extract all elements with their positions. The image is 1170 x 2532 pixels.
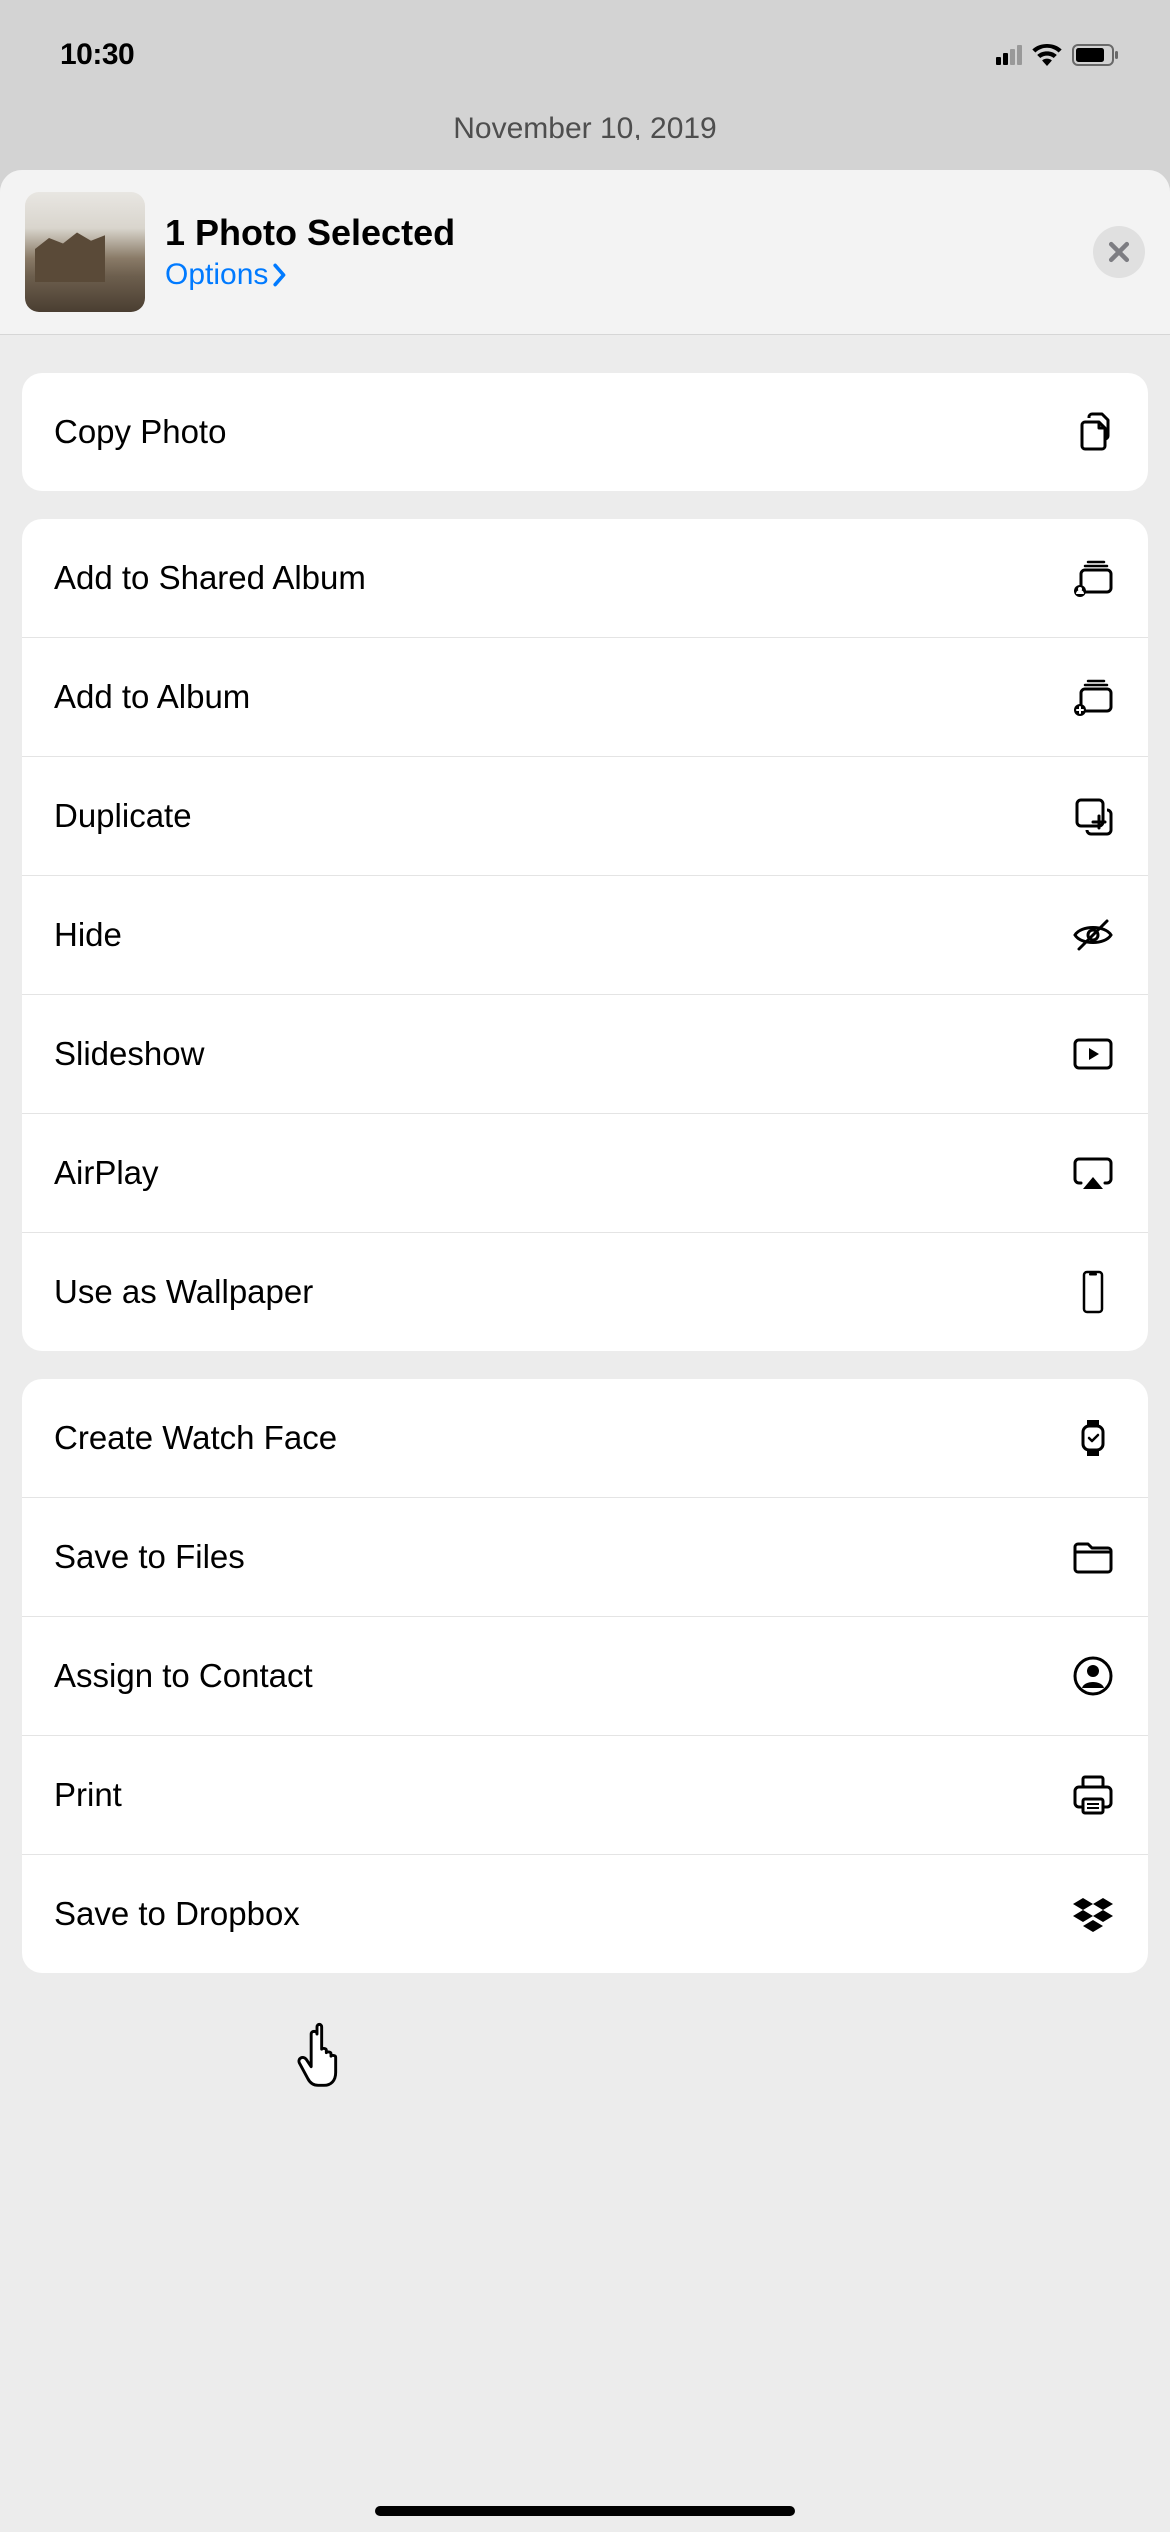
action-watch-face[interactable]: Create Watch Face [22,1379,1148,1498]
shared-album-icon [1068,553,1118,603]
options-button[interactable]: Options [165,258,1073,292]
action-save-dropbox[interactable]: Save to Dropbox [22,1855,1148,1973]
play-icon [1068,1029,1118,1079]
airplay-icon [1068,1148,1118,1198]
action-wallpaper[interactable]: Use as Wallpaper [22,1233,1148,1351]
status-bar: 10:30 [0,0,1170,100]
actions-container: Copy Photo Add to Shared Album Add to Al… [0,335,1170,2041]
action-label: Add to Album [54,678,250,716]
action-label: Duplicate [54,797,192,835]
action-hide[interactable]: Hide [22,876,1148,995]
contact-icon [1068,1651,1118,1701]
action-add-album[interactable]: Add to Album [22,638,1148,757]
sheet-title: 1 Photo Selected [165,212,1073,254]
action-group: Add to Shared Album Add to Album Duplica… [22,519,1148,1351]
add-album-icon [1068,672,1118,722]
background-content: November 10, 2019 [0,100,1170,140]
dropbox-icon [1068,1889,1118,1939]
action-label: Print [54,1776,122,1814]
chevron-right-icon [272,263,288,287]
duplicate-icon [1068,791,1118,841]
action-airplay[interactable]: AirPlay [22,1114,1148,1233]
close-icon [1106,239,1132,265]
time-label: 10:30 [60,38,134,72]
folder-icon [1068,1532,1118,1582]
battery-icon [1072,44,1120,66]
hide-icon [1068,910,1118,960]
action-add-shared-album[interactable]: Add to Shared Album [22,519,1148,638]
options-label: Options [165,258,268,292]
cellular-icon [996,45,1022,65]
cursor-pointer-icon [294,2020,354,2090]
action-label: Use as Wallpaper [54,1273,313,1311]
action-label: Save to Files [54,1538,245,1576]
phone-icon [1068,1267,1118,1317]
home-indicator[interactable] [375,2506,795,2516]
action-group: Create Watch Face Save to Files Assign t… [22,1379,1148,1973]
printer-icon [1068,1770,1118,1820]
status-indicators [996,44,1120,66]
wifi-icon [1032,44,1062,66]
action-label: Save to Dropbox [54,1895,300,1933]
photo-thumbnail[interactable] [25,192,145,312]
action-duplicate[interactable]: Duplicate [22,757,1148,876]
action-save-files[interactable]: Save to Files [22,1498,1148,1617]
watch-icon [1068,1413,1118,1463]
action-copy-photo[interactable]: Copy Photo [22,373,1148,491]
action-label: Create Watch Face [54,1419,337,1457]
action-assign-contact[interactable]: Assign to Contact [22,1617,1148,1736]
copy-icon [1068,407,1118,457]
header-text: 1 Photo Selected Options [165,212,1073,292]
action-label: Hide [54,916,122,954]
action-slideshow[interactable]: Slideshow [22,995,1148,1114]
share-sheet: 1 Photo Selected Options Copy Photo [0,170,1170,2532]
action-label: Copy Photo [54,413,226,451]
action-label: Assign to Contact [54,1657,313,1695]
action-label: AirPlay [54,1154,159,1192]
action-label: Slideshow [54,1035,204,1073]
action-group: Copy Photo [22,373,1148,491]
share-sheet-header: 1 Photo Selected Options [0,170,1170,335]
action-label: Add to Shared Album [54,559,366,597]
action-print[interactable]: Print [22,1736,1148,1855]
close-button[interactable] [1093,226,1145,278]
